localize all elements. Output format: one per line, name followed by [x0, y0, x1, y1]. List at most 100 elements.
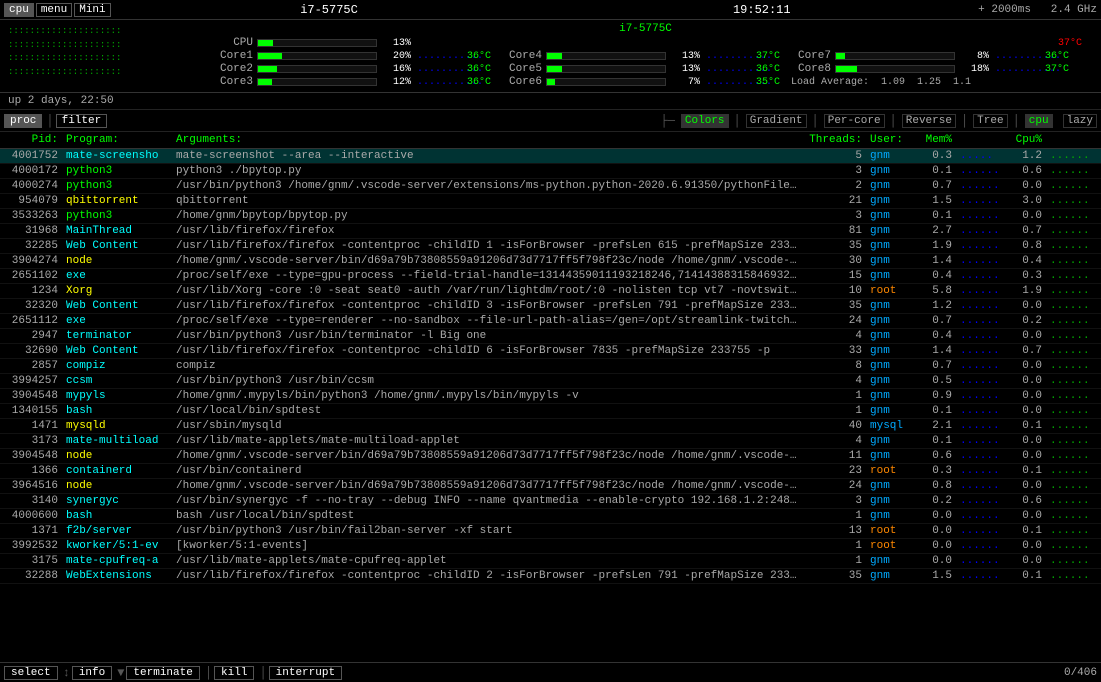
cpu-dots-header	[1046, 132, 1101, 149]
per-core-btn[interactable]: Per-core	[824, 114, 885, 128]
pid-cell: 3904274	[0, 254, 62, 269]
table-row[interactable]: 32320 Web Content /usr/lib/firefox/firef…	[0, 299, 1101, 314]
cpu-cell: 0.0	[1011, 539, 1046, 554]
user-cell: root	[866, 539, 916, 554]
args-cell: /usr/sbin/mysqld	[172, 419, 805, 434]
mem-dots-cell: ......	[956, 569, 1011, 584]
core1-row: Core1 20% ........... 36°C Core4 13% ...…	[198, 50, 1093, 62]
info-button[interactable]: info	[72, 666, 112, 680]
pid-cell: 3964516	[0, 479, 62, 494]
user-cell: gnm	[866, 209, 916, 224]
table-row[interactable]: 3173 mate-multiload /usr/lib/mate-applet…	[0, 434, 1101, 449]
table-row[interactable]: 3175 mate-cpufreq-a /usr/lib/mate-applet…	[0, 554, 1101, 569]
terminate-button[interactable]: terminate	[126, 666, 199, 680]
table-row[interactable]: 4000172 python3 python3 ./bpytop.py 3 gn…	[0, 164, 1101, 179]
table-row[interactable]: 4001752 mate-screensho mate-screenshot -…	[0, 149, 1101, 164]
user-cell: gnm	[866, 554, 916, 569]
cpu-dots-cell: ......	[1046, 359, 1101, 374]
prog-cell: mysqld	[62, 419, 172, 434]
mem-dots-cell: ......	[956, 209, 1011, 224]
threads-cell: 35	[805, 569, 866, 584]
mini-tab[interactable]: Mini	[74, 3, 110, 17]
table-row[interactable]: 1366 containerd /usr/bin/containerd 23 r…	[0, 464, 1101, 479]
table-row[interactable]: 1340155 bash /usr/local/bin/spdtest 1 gn…	[0, 404, 1101, 419]
user-cell: gnm	[866, 344, 916, 359]
cpu-header: Cpu%	[1011, 132, 1046, 149]
pid-cell: 1366	[0, 464, 62, 479]
proc-toolbar: proc │ filter ├─ Colors │ Gradient │ Per…	[0, 110, 1101, 132]
mem-dots-cell: ......	[956, 539, 1011, 554]
args-cell: /proc/self/exe --type=gpu-process --fiel…	[172, 269, 805, 284]
table-row[interactable]: 32285 Web Content /usr/lib/firefox/firef…	[0, 239, 1101, 254]
mem-dots-cell: ......	[956, 164, 1011, 179]
cpu-cell: 3.0	[1011, 194, 1046, 209]
mem-cell: 1.4	[916, 344, 956, 359]
args-cell: /proc/self/exe --type=renderer --no-sand…	[172, 314, 805, 329]
prog-cell: bash	[62, 509, 172, 524]
kill-button[interactable]: kill	[214, 666, 254, 680]
pid-header: Pid:	[0, 132, 62, 149]
table-row[interactable]: 1471 mysqld /usr/sbin/mysqld 40 mysql 2.…	[0, 419, 1101, 434]
mem-cell: 0.3	[916, 464, 956, 479]
tree-btn[interactable]: Tree	[973, 114, 1007, 128]
table-row[interactable]: 3904548 mypyls /home/gnm/.mypyls/bin/pyt…	[0, 389, 1101, 404]
table-row[interactable]: 3994257 ccsm /usr/bin/python3 /usr/bin/c…	[0, 374, 1101, 389]
user-cell: gnm	[866, 569, 916, 584]
args-cell: /usr/lib/firefox/firefox -contentproc -c…	[172, 569, 805, 584]
threads-cell: 10	[805, 284, 866, 299]
mem-cell: 0.0	[916, 509, 956, 524]
cpu-cell: 0.8	[1011, 239, 1046, 254]
select-button[interactable]: select	[4, 666, 58, 680]
table-row[interactable]: 1371 f2b/server /usr/bin/python3 /usr/bi…	[0, 524, 1101, 539]
table-row[interactable]: 3992532 kworker/5:1-ev [kworker/5:1-even…	[0, 539, 1101, 554]
args-cell: /usr/lib/Xorg -core :0 -seat seat0 -auth…	[172, 284, 805, 299]
table-row[interactable]: 3964516 node /home/gnm/.vscode-server/bi…	[0, 479, 1101, 494]
arguments-header: Arguments:	[172, 132, 805, 149]
table-row[interactable]: 32690 Web Content /usr/lib/firefox/firef…	[0, 344, 1101, 359]
table-row[interactable]: 3533263 python3 /home/gnm/bpytop/bpytop.…	[0, 209, 1101, 224]
table-row[interactable]: 3904548 node /home/gnm/.vscode-server/bi…	[0, 449, 1101, 464]
threads-cell: 3	[805, 209, 866, 224]
interrupt-button[interactable]: interrupt	[269, 666, 342, 680]
mem-dots-cell: ......	[956, 224, 1011, 239]
reverse-btn[interactable]: Reverse	[902, 114, 956, 128]
table-row[interactable]: 2651112 exe /proc/self/exe --type=render…	[0, 314, 1101, 329]
threads-cell: 35	[805, 239, 866, 254]
table-row[interactable]: 1234 Xorg /usr/lib/Xorg -core :0 -seat s…	[0, 284, 1101, 299]
args-cell: [kworker/5:1-events]	[172, 539, 805, 554]
cpu-dots-cell: ......	[1046, 539, 1101, 554]
table-row[interactable]: 32288 WebExtensions /usr/lib/firefox/fir…	[0, 569, 1101, 584]
filter-tab[interactable]: filter	[56, 114, 108, 128]
table-row[interactable]: 3904274 node /home/gnm/.vscode-server/bi…	[0, 254, 1101, 269]
table-row[interactable]: 2947 terminator /usr/bin/python3 /usr/bi…	[0, 329, 1101, 344]
pid-cell: 954079	[0, 194, 62, 209]
table-row[interactable]: 31968 MainThread /usr/lib/firefox/firefo…	[0, 224, 1101, 239]
table-row[interactable]: 4000274 python3 /usr/bin/python3 /home/g…	[0, 179, 1101, 194]
cpu-cell: 0.0	[1011, 449, 1046, 464]
mem-cell: 1.9	[916, 239, 956, 254]
lazy-btn[interactable]: lazy	[1063, 114, 1097, 128]
proc-tab[interactable]: proc	[4, 114, 42, 128]
colors-btn[interactable]: Colors	[681, 114, 729, 128]
table-row[interactable]: 2651102 exe /proc/self/exe --type=gpu-pr…	[0, 269, 1101, 284]
cpu-cell: 0.0	[1011, 404, 1046, 419]
mem-cell: 0.7	[916, 359, 956, 374]
gradient-btn[interactable]: Gradient	[746, 114, 807, 128]
cpu-tab[interactable]: cpu	[4, 3, 34, 17]
mem-cell: 0.9	[916, 389, 956, 404]
args-cell: /usr/lib/firefox/firefox -contentproc -c…	[172, 344, 805, 359]
table-row[interactable]: 3140 synergyc /usr/bin/synergyc -f --no-…	[0, 494, 1101, 509]
pid-cell: 32320	[0, 299, 62, 314]
user-cell: gnm	[866, 149, 916, 164]
table-row[interactable]: 954079 qbittorrent qbittorrent 21 gnm 1.…	[0, 194, 1101, 209]
mem-header: Mem%	[916, 132, 956, 149]
threads-cell: 4	[805, 329, 866, 344]
threads-cell: 23	[805, 464, 866, 479]
menu-tab[interactable]: menu	[36, 3, 72, 17]
prog-cell: exe	[62, 314, 172, 329]
cpu-sort-btn[interactable]: cpu	[1025, 114, 1053, 128]
table-row[interactable]: 4000600 bash bash /usr/local/bin/spdtest…	[0, 509, 1101, 524]
cpu-bar-container	[257, 39, 377, 47]
pid-cell: 3904548	[0, 389, 62, 404]
table-row[interactable]: 2857 compiz compiz 8 gnm 0.7 ...... 0.0 …	[0, 359, 1101, 374]
